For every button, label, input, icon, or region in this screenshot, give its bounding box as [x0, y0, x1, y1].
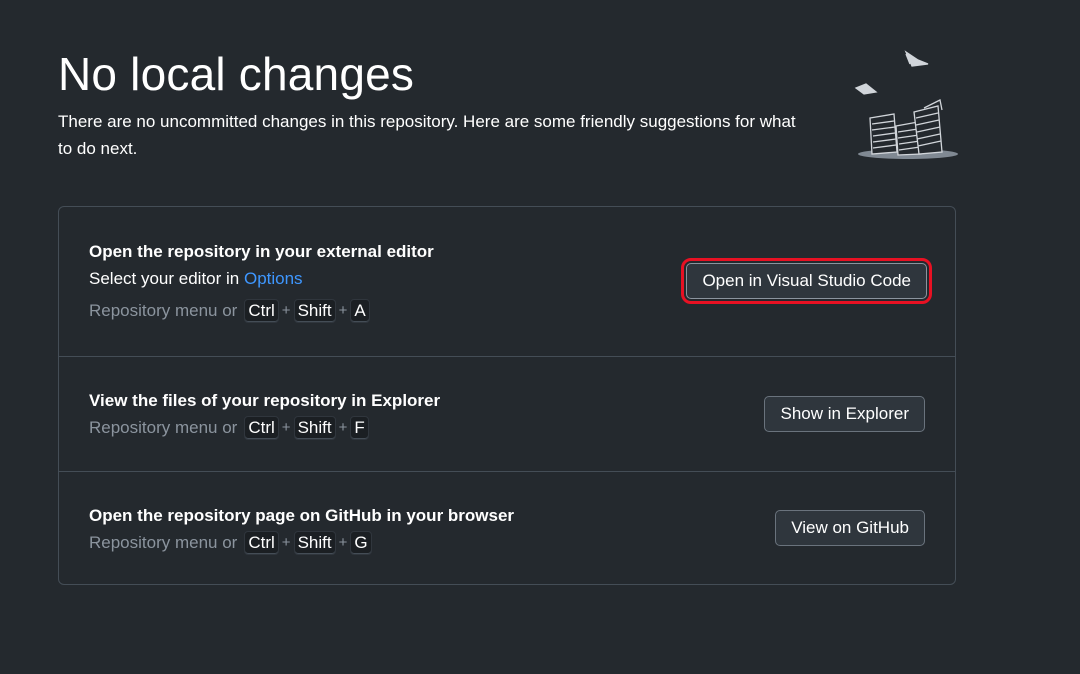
- open-in-vscode-button[interactable]: Open in Visual Studio Code: [681, 258, 932, 304]
- key-g: G: [350, 531, 372, 555]
- keyboard-shortcut: Repository menu or Ctrl + Shift + G: [89, 531, 514, 555]
- key-ctrl: Ctrl: [244, 416, 279, 440]
- key-shift: Shift: [293, 416, 336, 440]
- suggestion-text: View the files of your repository in Exp…: [89, 390, 440, 440]
- shortcut-prefix: Repository menu or: [89, 301, 238, 320]
- view-on-github-button[interactable]: View on GitHub: [775, 510, 925, 546]
- suggestion-text: Open the repository in your external edi…: [89, 241, 434, 323]
- header: No local changes There are no uncommitte…: [58, 46, 818, 162]
- plus-symbol: +: [338, 534, 348, 551]
- show-in-explorer-button[interactable]: Show in Explorer: [764, 396, 925, 432]
- no-local-changes-page: No local changes There are no uncommitte…: [0, 0, 1080, 674]
- plus-symbol: +: [338, 302, 348, 319]
- shortcut-prefix: Repository menu or: [89, 533, 238, 552]
- keyboard-shortcut: Repository menu or Ctrl + Shift + F: [89, 416, 440, 440]
- key-a: A: [350, 299, 370, 323]
- plus-symbol: +: [281, 534, 291, 551]
- options-link[interactable]: Options: [244, 269, 303, 288]
- suggestion-text: Open the repository page on GitHub in yo…: [89, 505, 514, 555]
- suggestion-view-on-github: Open the repository page on GitHub in yo…: [59, 472, 955, 585]
- empty-paper-pile-illustration: [854, 50, 958, 159]
- plus-symbol: +: [338, 419, 348, 436]
- plus-symbol: +: [281, 302, 291, 319]
- key-ctrl: Ctrl: [244, 531, 279, 555]
- key-shift: Shift: [293, 531, 336, 555]
- suggestions-card: Open the repository in your external edi…: [58, 206, 956, 585]
- key-ctrl: Ctrl: [244, 299, 279, 323]
- shortcut-prefix: Repository menu or: [89, 418, 238, 437]
- suggestion-title: Open the repository in your external edi…: [89, 242, 434, 261]
- suggestion-open-editor: Open the repository in your external edi…: [59, 207, 955, 357]
- page-title: No local changes: [58, 48, 415, 100]
- keyboard-shortcut: Repository menu or Ctrl + Shift + A: [89, 299, 434, 323]
- suggestion-title: Open the repository page on GitHub in yo…: [89, 506, 515, 525]
- key-shift: Shift: [293, 299, 336, 323]
- suggestion-show-in-explorer: View the files of your repository in Exp…: [59, 357, 955, 472]
- suggestion-description: Select your editor in Options: [89, 268, 434, 290]
- suggestion-title: View the files of your repository in Exp…: [89, 391, 441, 410]
- description-text: Select your editor in: [89, 269, 244, 288]
- key-f: F: [350, 416, 369, 440]
- page-subtitle: There are no uncommitted changes in this…: [58, 112, 796, 158]
- plus-symbol: +: [281, 419, 291, 436]
